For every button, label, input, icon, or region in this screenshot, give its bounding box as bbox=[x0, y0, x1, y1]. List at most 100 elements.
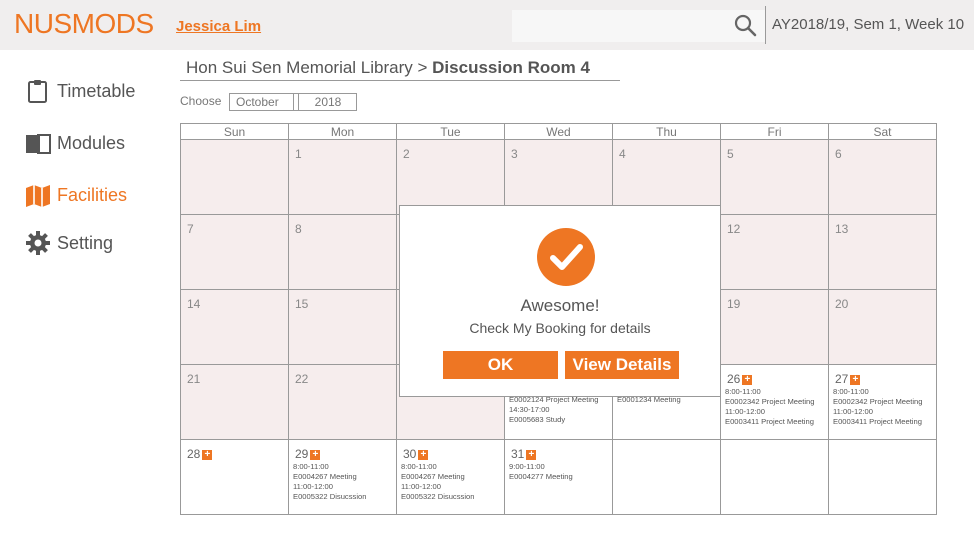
dialog-title: Awesome! bbox=[520, 296, 600, 315]
booking-entry: 11:00-12:00 bbox=[401, 482, 441, 491]
sidebar-item-modules[interactable]: Modules bbox=[25, 130, 125, 156]
calendar-week-row: 1 2 3 4 5 6 bbox=[180, 139, 937, 215]
weekday-header: Fri bbox=[720, 123, 829, 140]
calendar-day-cell[interactable]: 27 +8:00-11:00 E0002342 Project Meeting 11:… bbox=[828, 364, 937, 440]
sidebar-item-label: Facilities bbox=[57, 184, 128, 205]
sidebar-item-timetable[interactable]: Timetable bbox=[25, 78, 135, 104]
booking-entry: E0004267 Meeting bbox=[293, 472, 357, 481]
calendar-day-cell[interactable]: 3 bbox=[504, 139, 613, 215]
year-select[interactable]: 2018 bbox=[293, 93, 357, 111]
search-icon[interactable] bbox=[733, 13, 757, 37]
add-booking-icon[interactable]: + bbox=[310, 450, 321, 460]
calendar-day-cell[interactable]: 30 +8:00-11:00 E0004267 Meeting 11:00-12:00… bbox=[396, 439, 505, 515]
calendar-day-cell[interactable]: 1 bbox=[288, 139, 397, 215]
day-number-text: 26 bbox=[727, 372, 741, 386]
day-number: 20 bbox=[835, 297, 848, 311]
calendar-day-cell[interactable]: 14 bbox=[180, 289, 289, 365]
calendar-day-cell[interactable] bbox=[180, 139, 289, 215]
booking-list: 8:00-11:00 E0002342 Project Meeting 11:00-… bbox=[725, 387, 815, 427]
day-number-text: 1 bbox=[295, 147, 302, 161]
calendar-day-cell[interactable]: 4 bbox=[612, 139, 721, 215]
add-booking-icon[interactable]: + bbox=[526, 450, 537, 460]
calendar-day-cell[interactable]: 28 + bbox=[180, 439, 289, 515]
add-booking-icon[interactable]: + bbox=[418, 450, 429, 460]
ok-button[interactable]: OK bbox=[443, 351, 558, 379]
day-number-text: 20 bbox=[835, 297, 849, 311]
day-number: 13 bbox=[835, 222, 848, 236]
booking-entry: 14:30-17:00 bbox=[509, 405, 550, 414]
calendar-day-cell[interactable]: 15 bbox=[288, 289, 397, 365]
sidebar-item-facilities[interactable]: Facilities bbox=[25, 182, 127, 208]
gear-icon bbox=[26, 231, 50, 255]
booking-list: E0002124 Project Meeting 14:30-17:00 E0005… bbox=[509, 395, 599, 425]
booking-list: 8:00-11:00 E0002342 Project Meeting 11:00-… bbox=[833, 387, 923, 427]
day-number-text: 4 bbox=[619, 147, 626, 161]
calendar-day-cell[interactable]: 12 bbox=[720, 214, 829, 290]
day-number: 28 + bbox=[187, 447, 213, 461]
booking-entry: 8:00-11:00 bbox=[401, 462, 437, 471]
calendar-day-cell[interactable]: 6 bbox=[828, 139, 937, 215]
calendar-day-cell[interactable] bbox=[828, 439, 937, 515]
user-name-link[interactable]: Jessica Lim bbox=[176, 18, 261, 35]
calendar-day-cell[interactable] bbox=[612, 439, 721, 515]
success-check-icon bbox=[537, 228, 595, 286]
calendar-day-cell[interactable]: 8 bbox=[288, 214, 397, 290]
calendar-day-cell[interactable] bbox=[720, 439, 829, 515]
clipboard-icon bbox=[28, 80, 47, 103]
day-number-text: 14 bbox=[187, 297, 201, 311]
sidebar-item-setting[interactable]: Setting bbox=[25, 230, 113, 256]
day-number-text: 27 bbox=[835, 372, 849, 386]
calendar-day-cell[interactable]: 2 bbox=[396, 139, 505, 215]
add-booking-icon[interactable]: + bbox=[850, 375, 861, 385]
calendar-day-cell[interactable]: 22 bbox=[288, 364, 397, 440]
sidebar-item-label: Setting bbox=[57, 232, 114, 253]
calendar-day-cell[interactable]: 31 +9:00-11:00 E0004277 Meeting bbox=[504, 439, 613, 515]
calendar-day-cell[interactable]: 5 bbox=[720, 139, 829, 215]
calendar-day-cell[interactable]: 29 +8:00-11:00 E0004267 Meeting 11:00-12:00… bbox=[288, 439, 397, 515]
booking-entry: 11:00-12:00 bbox=[293, 482, 333, 491]
top-bar: NUSMODS Jessica Lim AY2018/19, Sem 1, We… bbox=[0, 0, 974, 50]
breadcrumb: Hon Sui Sen Memorial Library > Discussio… bbox=[186, 58, 590, 78]
day-number-text: 13 bbox=[835, 222, 849, 236]
day-number-text: 6 bbox=[835, 147, 842, 161]
breadcrumb-parent[interactable]: Hon Sui Sen Memorial Library > bbox=[186, 58, 427, 77]
booking-entry: E0005322 Disucssion bbox=[293, 492, 367, 501]
add-booking-icon[interactable]: + bbox=[202, 450, 213, 460]
booking-entry: 9:00-11:00 bbox=[509, 462, 545, 471]
semester-label: AY2018/19, Sem 1, Week 10 bbox=[772, 16, 965, 33]
booking-entry: E0003411 Project Meeting bbox=[833, 417, 922, 426]
day-number-text: 15 bbox=[295, 297, 309, 311]
app-logo[interactable]: NUSMODS bbox=[14, 8, 154, 40]
day-number-text: 12 bbox=[727, 222, 741, 236]
calendar-day-cell[interactable]: 13 bbox=[828, 214, 937, 290]
booking-entry: 8:00-11:00 bbox=[833, 387, 869, 396]
day-number: 7 bbox=[187, 222, 194, 236]
weekday-header: Sun bbox=[180, 123, 289, 140]
month-select[interactable]: October bbox=[229, 93, 299, 111]
dialog-message: Check My Booking for details bbox=[469, 320, 651, 336]
booking-entry: 8:00-11:00 bbox=[293, 462, 329, 471]
booking-list: 8:00-11:00 E0004267 Meeting 11:00-12:00 E00… bbox=[293, 462, 366, 502]
booking-list: 9:00-11:00 E0004277 Meeting bbox=[509, 462, 573, 482]
weekday-header: Thu bbox=[612, 123, 721, 140]
calendar-day-cell[interactable]: 26 +8:00-11:00 E0002342 Project Meeting 11:… bbox=[720, 364, 829, 440]
day-number: 6 bbox=[835, 147, 842, 161]
calendar-day-cell[interactable]: 21 bbox=[180, 364, 289, 440]
day-number: 1 bbox=[295, 147, 302, 161]
booking-entry: E0005322 Disucssion bbox=[401, 492, 475, 501]
calendar-day-cell[interactable]: 20 bbox=[828, 289, 937, 365]
day-number: 31 + bbox=[511, 447, 537, 461]
day-number: 5 bbox=[727, 147, 734, 161]
search-input[interactable] bbox=[512, 10, 766, 42]
calendar-day-cell[interactable]: 7 bbox=[180, 214, 289, 290]
calendar-day-cell[interactable]: 19 bbox=[720, 289, 829, 365]
day-number-text: 31 bbox=[511, 447, 525, 461]
day-number-text: 3 bbox=[511, 147, 518, 161]
day-number: 21 bbox=[187, 372, 200, 386]
add-booking-icon[interactable]: + bbox=[742, 375, 753, 385]
book-icon bbox=[26, 134, 51, 154]
booking-entry: E0003411 Project Meeting bbox=[725, 417, 814, 426]
view-details-button[interactable]: View Details bbox=[565, 351, 679, 379]
breadcrumb-underline bbox=[180, 80, 620, 81]
day-number-text: 7 bbox=[187, 222, 194, 236]
